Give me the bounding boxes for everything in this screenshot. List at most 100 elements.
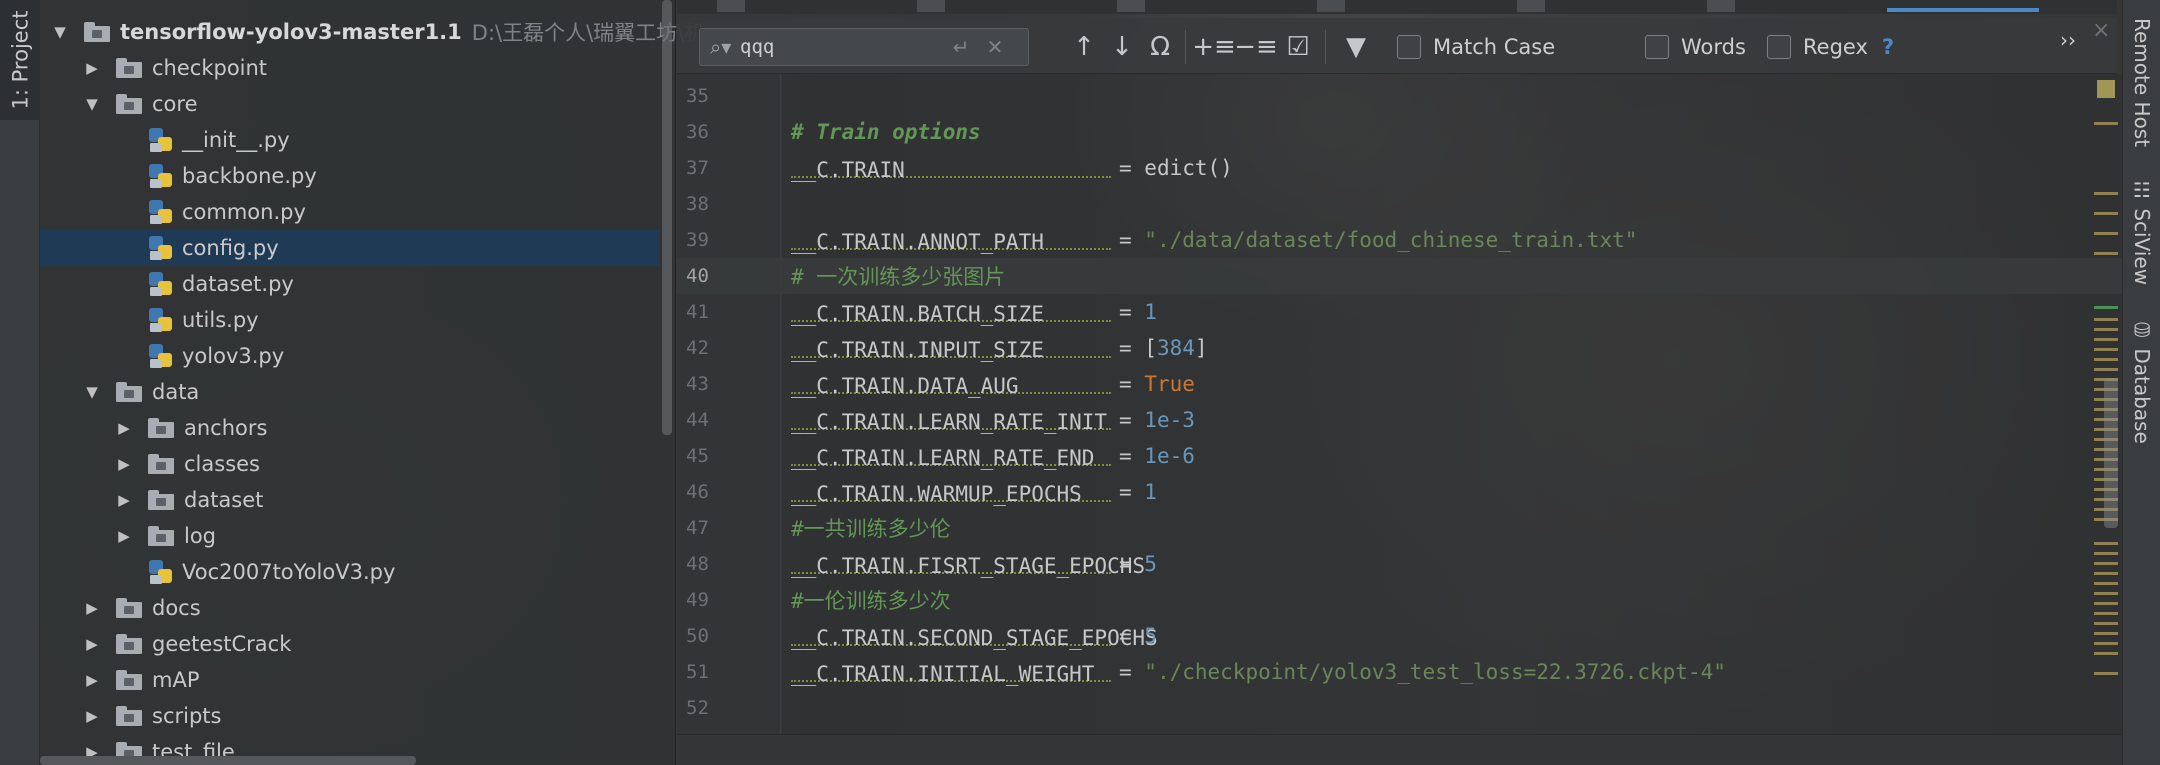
editor-tab[interactable] — [1517, 0, 1545, 12]
search-icon[interactable]: ⌕▾ — [710, 35, 740, 59]
code-line[interactable]: 45 __C.TRAIN.LEARN_RATE_END = 1e-6 — [677, 438, 2122, 474]
code-line[interactable]: 50 __C.TRAIN.SECOND_STAGE_EPOCHS = 5 — [677, 618, 2122, 654]
words-option[interactable]: Words — [1645, 30, 1746, 64]
tree-file-row[interactable]: __init__.py — [40, 122, 660, 158]
tool-tab-database[interactable]: ⛁ Database — [2123, 318, 2160, 444]
code-line[interactable]: 47 #一共训练多少伦 — [677, 510, 2122, 546]
chevron-right-icon[interactable]: ▶ — [84, 599, 100, 617]
tree-folder-row[interactable]: ▶ dataset — [40, 482, 660, 518]
chevron-down-icon[interactable]: ▼ — [84, 383, 100, 401]
search-field[interactable]: ⌕▾ ↵ ✕ — [699, 28, 1029, 66]
tree-folder-row[interactable]: ▶ geetestCrack — [40, 626, 660, 662]
add-occurrence-button[interactable]: +≡ — [1192, 30, 1236, 64]
tree-folder-row[interactable]: ▶ log — [40, 518, 660, 554]
select-all-occurrences-button[interactable]: Ω — [1143, 30, 1177, 64]
tool-tab-remote-host[interactable]: Remote Host — [2123, 18, 2160, 147]
code-line[interactable]: 49 #一伦训练多少次 — [677, 582, 2122, 618]
tree-folder-row[interactable]: ▶ scripts — [40, 698, 660, 734]
code-line[interactable]: 35 — [677, 78, 2122, 114]
stripe-marker[interactable] — [2094, 562, 2118, 565]
stripe-marker[interactable] — [2094, 542, 2118, 545]
tree-folder-row[interactable]: ▶ docs — [40, 590, 660, 626]
code-line[interactable]: 43 __C.TRAIN.DATA_AUG = True — [677, 366, 2122, 402]
code-line[interactable]: 40 # 一次训练多少张图片 — [677, 258, 2122, 294]
search-input[interactable] — [740, 36, 940, 58]
stripe-marker[interactable] — [2094, 358, 2118, 361]
stripe-marker[interactable] — [2094, 212, 2118, 215]
project-horizontal-scrollbar[interactable] — [40, 756, 416, 765]
tree-file-row[interactable]: utils.py — [40, 302, 660, 338]
tree-folder-row[interactable]: ▶ classes — [40, 446, 660, 482]
stripe-marker[interactable] — [2094, 192, 2118, 195]
editor-tab[interactable] — [717, 0, 745, 12]
tree-folder-row[interactable]: ▶ checkpoint — [40, 50, 660, 86]
tree-folder-row[interactable]: ▼ core — [40, 86, 660, 122]
previous-occurrence-button[interactable]: ↑ — [1067, 30, 1101, 64]
regex-help-icon[interactable]: ? — [1882, 35, 1894, 59]
project-tree-scrollbar[interactable] — [662, 0, 672, 435]
code-line[interactable]: 42 __C.TRAIN.INPUT_SIZE = [384] — [677, 330, 2122, 366]
filter-icon[interactable]: ▼ — [1337, 30, 1375, 64]
tree-folder-row[interactable]: ▶ anchors — [40, 410, 660, 446]
clear-icon[interactable]: ✕ — [982, 35, 1008, 59]
chevron-right-icon[interactable]: ▶ — [84, 59, 100, 77]
stripe-marker[interactable] — [2094, 232, 2118, 235]
words-checkbox[interactable] — [1645, 35, 1669, 59]
stripe-marker[interactable] — [2094, 642, 2118, 645]
stripe-marker[interactable] — [2094, 652, 2118, 655]
stripe-marker[interactable] — [2094, 318, 2118, 321]
stripe-marker[interactable] — [2094, 348, 2118, 351]
stripe-marker[interactable] — [2094, 612, 2118, 615]
chevron-down-icon[interactable]: ▼ — [84, 95, 100, 113]
tree-file-row[interactable]: Voc2007toYoloV3.py — [40, 554, 660, 590]
match-case-option[interactable]: Match Case — [1397, 30, 1555, 64]
stripe-marker[interactable] — [2094, 368, 2118, 371]
tree-root[interactable]: ▼ tensorflow-yolov3-master1.1 D:\王磊个人\瑞翼工坊… — [40, 14, 705, 50]
tool-tab-sciview[interactable]: ☷ SciView — [2123, 178, 2160, 285]
regex-checkbox[interactable] — [1767, 35, 1791, 59]
tree-file-row[interactable]: yolov3.py — [40, 338, 660, 374]
stripe-marker[interactable] — [2094, 306, 2118, 309]
editor-tab[interactable] — [1117, 0, 1145, 12]
chevron-right-icon[interactable]: ▶ — [84, 671, 100, 689]
code-line[interactable]: 37 __C.TRAIN = edict() — [677, 150, 2122, 186]
tree-file-row[interactable]: dataset.py — [40, 266, 660, 302]
newline-icon[interactable]: ↵ — [948, 35, 974, 59]
chevron-right-icon[interactable]: ▶ — [84, 707, 100, 725]
stripe-marker[interactable] — [2094, 122, 2118, 125]
select-occurrences-button[interactable]: ☑ — [1279, 30, 1317, 64]
stripe-marker[interactable] — [2094, 602, 2118, 605]
match-case-checkbox[interactable] — [1397, 35, 1421, 59]
code-line[interactable]: 52 — [677, 690, 2122, 726]
stripe-marker[interactable] — [2094, 632, 2118, 635]
close-search-icon[interactable]: × — [2092, 18, 2110, 43]
editor-scrollbar[interactable] — [2104, 378, 2118, 528]
remove-occurrence-button[interactable]: −≡ — [1234, 30, 1278, 64]
tree-folder-row[interactable]: ▶ mAP — [40, 662, 660, 698]
chevron-down-icon[interactable]: ▼ — [52, 23, 68, 41]
editor-tab[interactable] — [917, 0, 945, 12]
inspection-status-icon[interactable] — [2097, 80, 2115, 98]
code-line[interactable]: 41 __C.TRAIN.BATCH_SIZE = 1 — [677, 294, 2122, 330]
stripe-marker[interactable] — [2094, 552, 2118, 555]
tree-file-row[interactable]: backbone.py — [40, 158, 660, 194]
code-line[interactable]: 51 __C.TRAIN.INITIAL_WEIGHT = "./checkpoin… — [677, 654, 2122, 690]
code-line[interactable]: 48 __C.TRAIN.FISRT_STAGE_EPOCHS = 5 — [677, 546, 2122, 582]
chevron-right-icon[interactable]: ▶ — [84, 635, 100, 653]
regex-option[interactable]: Regex ? — [1767, 30, 1894, 64]
next-occurrence-button[interactable]: ↓ — [1105, 30, 1139, 64]
code-line[interactable]: 46 __C.TRAIN.WARMUP_EPOCHS = 1 — [677, 474, 2122, 510]
project-tool-tab[interactable]: 1: Project — [0, 0, 40, 120]
chevron-right-icon[interactable]: ▶ — [116, 491, 132, 509]
stripe-marker[interactable] — [2094, 338, 2118, 341]
code-line[interactable]: 39 __C.TRAIN.ANNOT_PATH = "./data/dataset/… — [677, 222, 2122, 258]
chevron-right-icon[interactable]: ▶ — [116, 455, 132, 473]
stripe-marker[interactable] — [2094, 582, 2118, 585]
code-line[interactable]: 38 — [677, 186, 2122, 222]
stripe-marker[interactable] — [2094, 592, 2118, 595]
stripe-marker[interactable] — [2094, 672, 2118, 675]
more-options-icon[interactable]: ›› — [2060, 28, 2076, 52]
tree-file-row[interactable]: common.py — [40, 194, 660, 230]
tree-folder-row[interactable]: ▼ data — [40, 374, 660, 410]
stripe-marker[interactable] — [2094, 572, 2118, 575]
